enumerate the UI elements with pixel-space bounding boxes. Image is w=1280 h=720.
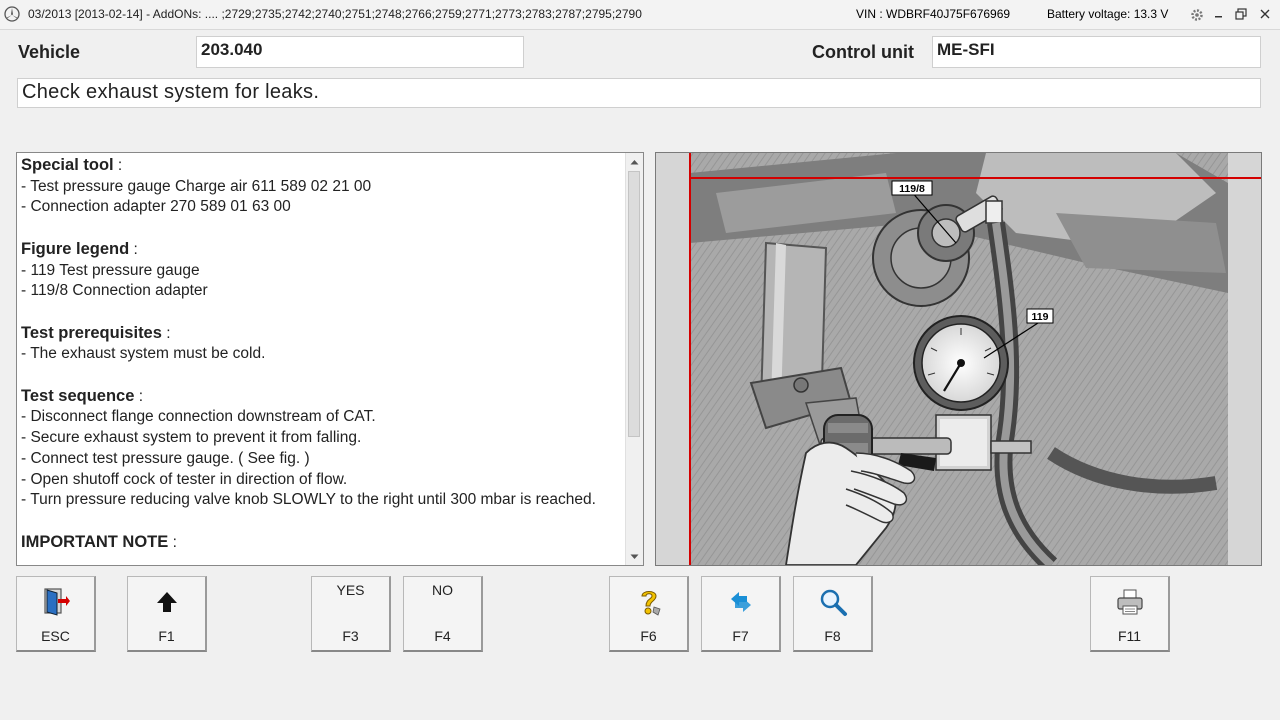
printer-icon (1091, 587, 1168, 617)
f6-help-button[interactable]: F6 (609, 576, 689, 652)
window-title: 03/2013 [2013-02-14] - AddONs: .... ;272… (28, 7, 642, 21)
minimize-button[interactable] (1210, 5, 1228, 23)
list-item: - Open shutoff cock of tester in directi… (21, 470, 348, 488)
mercedes-star-icon (4, 6, 20, 22)
figure-legend-title: Figure legend (21, 239, 130, 258)
f7-key-label: F7 (732, 628, 749, 644)
close-button[interactable] (1256, 5, 1274, 23)
colon: : (129, 240, 138, 258)
esc-key-label: ESC (41, 628, 70, 644)
scroll-thumb[interactable] (628, 171, 640, 437)
control-unit-label: Control unit (812, 42, 914, 62)
list-item: - Connect test pressure gauge. ( See fig… (21, 449, 310, 467)
instruction-text: Check exhaust system for leaks. (17, 78, 1261, 108)
colon: : (168, 533, 177, 551)
f7-button[interactable]: F7 (701, 576, 781, 652)
scroll-up-arrow-icon[interactable] (627, 154, 642, 169)
maximize-button[interactable] (1232, 5, 1250, 23)
f6-key-label: F6 (640, 628, 657, 644)
list-item: - Turn pressure reducing valve knob SLOW… (21, 491, 596, 509)
instructions-panel[interactable]: Special tool : - Test pressure gauge Cha… (16, 152, 644, 566)
important-section: IMPORTANT NOTE : (21, 532, 621, 554)
scroll-down-arrow-icon[interactable] (627, 549, 642, 564)
f3-key-label: F3 (342, 628, 359, 644)
callout-119-8-label: 119/8 (899, 183, 925, 195)
list-item: - Test pressure gauge Charge air 611 589… (21, 177, 372, 195)
no-label: NO (432, 582, 453, 598)
f8-key-label: F8 (824, 628, 841, 644)
colon: : (113, 157, 123, 174)
list-item: - Secure exhaust system to prevent it fr… (21, 429, 362, 447)
f11-print-button[interactable]: F11 (1090, 576, 1170, 652)
sequence-title: Test sequence (21, 386, 135, 405)
help-question-icon (610, 587, 687, 617)
sequence-section: Test sequence : - Disconnect flange conn… (21, 386, 621, 511)
esc-button[interactable]: ESC (16, 576, 96, 652)
swap-arrows-icon (702, 587, 779, 617)
list-item: - Connection adapter 270 589 01 63 00 (21, 198, 291, 216)
vin-display: VIN : WDBRF40J75F676969 (856, 7, 1011, 21)
special-tool-section: Special tool : - Test pressure gauge Cha… (21, 155, 621, 218)
illustration-panel: 119/8 119 (655, 152, 1262, 566)
f8-zoom-button[interactable]: F8 (793, 576, 873, 652)
battery-voltage: Battery voltage: 13.3 V (1047, 7, 1169, 21)
callout-119-label: 119 (1032, 311, 1049, 323)
figure-legend-section: Figure legend : - 119 Test pressure gaug… (21, 239, 621, 302)
list-item: - 119 Test pressure gauge (21, 261, 200, 279)
vehicle-label: Vehicle (18, 42, 81, 62)
list-item: - Disconnect flange connection downstrea… (21, 408, 376, 426)
list-item: - 119/8 Connection adapter (21, 282, 208, 300)
yes-label: YES (336, 582, 365, 598)
arrow-up-icon (128, 587, 205, 617)
colon: : (134, 387, 144, 405)
control-unit-field: ME-SFI (932, 36, 1261, 68)
vehicle-field: 203.040 (196, 36, 524, 68)
special-tool-title: Special tool (21, 156, 114, 174)
prerequisites-title: Test prerequisites (21, 323, 162, 342)
instructions-content: Special tool : - Test pressure gauge Cha… (21, 155, 621, 565)
exhaust-test-illustration: 119/8 119 (656, 153, 1261, 565)
title-bar: 03/2013 [2013-02-14] - AddONs: .... ;272… (0, 0, 1280, 30)
list-item: - The exhaust system must be cold. (21, 345, 266, 363)
f4-no-button[interactable]: NO F4 (403, 576, 483, 652)
f1-key-label: F1 (158, 628, 175, 644)
colon: : (161, 324, 171, 342)
f11-key-label: F11 (1117, 628, 1142, 644)
f3-yes-button[interactable]: YES F3 (311, 576, 391, 652)
vertical-scrollbar[interactable] (625, 153, 643, 565)
f4-key-label: F4 (434, 628, 451, 644)
prerequisites-section: Test prerequisites : - The exhaust syste… (21, 323, 621, 365)
f1-button[interactable]: F1 (127, 576, 207, 652)
exit-door-icon (17, 587, 94, 617)
magnifier-icon (794, 587, 871, 617)
settings-gear-icon[interactable] (1188, 6, 1206, 24)
important-title: IMPORTANT NOTE (21, 532, 169, 551)
